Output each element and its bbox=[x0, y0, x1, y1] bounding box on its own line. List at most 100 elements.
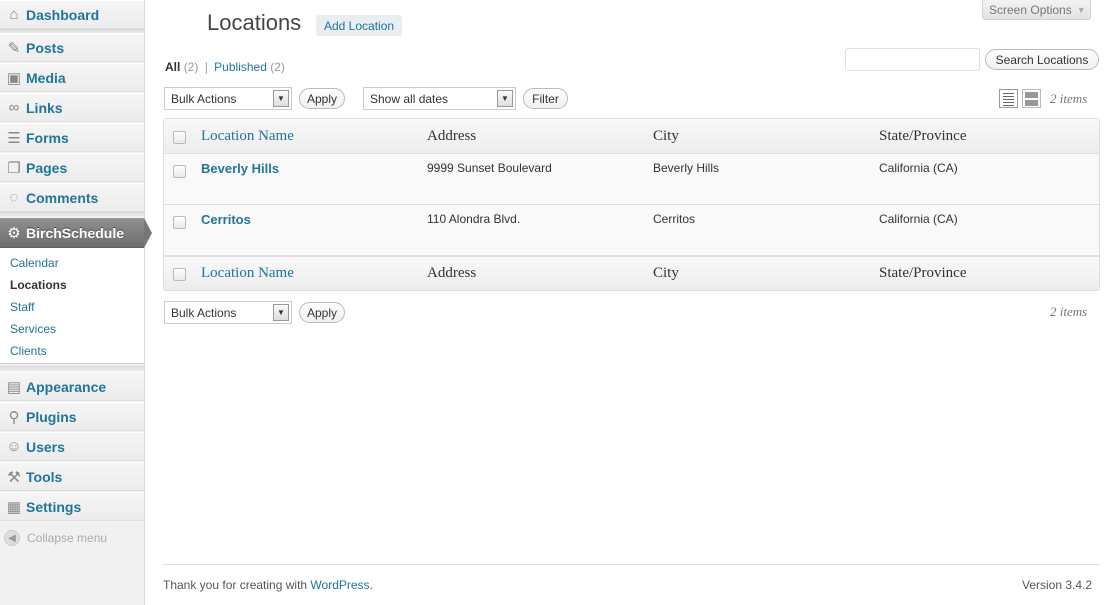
filter-separator: | bbox=[204, 60, 208, 74]
apply-button-top[interactable]: Apply bbox=[299, 88, 345, 109]
menu-plugins[interactable]: ⚲ Plugins bbox=[0, 402, 144, 431]
menu-label: Media bbox=[26, 69, 66, 86]
locations-table: Location Name Address City State/Provinc… bbox=[163, 118, 1100, 291]
location-state: California (CA) bbox=[879, 161, 958, 175]
submenu-staff[interactable]: Staff bbox=[10, 300, 34, 314]
location-city: Beverly Hills bbox=[653, 161, 720, 175]
screen-options-button[interactable]: Screen Options ▼ bbox=[982, 0, 1091, 20]
menu-settings[interactable]: ▦ Settings bbox=[0, 492, 144, 521]
search-input[interactable] bbox=[845, 48, 980, 71]
submenu-locations[interactable]: Locations bbox=[10, 278, 67, 292]
filter-all-count: (2) bbox=[183, 60, 199, 74]
submenu-clients[interactable]: Clients bbox=[10, 344, 47, 358]
birchschedule-submenu: Calendar Locations Staff Services Client… bbox=[0, 248, 144, 364]
row-checkbox[interactable] bbox=[173, 216, 186, 229]
location-address: 110 Alondra Blvd. bbox=[427, 212, 521, 226]
menu-label: Plugins bbox=[26, 408, 77, 425]
active-arrow bbox=[144, 218, 152, 248]
bulk-actions-value: Bulk Actions bbox=[171, 91, 237, 106]
menu-tools[interactable]: ⚒ Tools bbox=[0, 462, 144, 491]
add-location-button[interactable]: Add Location bbox=[316, 15, 403, 36]
filter-published-count: (2) bbox=[270, 60, 285, 74]
page-title: Locations bbox=[207, 10, 302, 35]
dropdown-arrow-icon: ▼ bbox=[273, 304, 289, 321]
dropdown-arrow-icon: ▼ bbox=[497, 90, 513, 107]
column-address: Address bbox=[427, 128, 477, 144]
apply-button-bottom[interactable]: Apply bbox=[299, 302, 345, 323]
menu-pages[interactable]: ❐ Pages bbox=[0, 153, 144, 182]
table-footer: Location Name Address City State/Provinc… bbox=[164, 256, 1099, 290]
menu-links[interactable]: ∞ Links bbox=[0, 93, 144, 122]
menu-media[interactable]: ▣ Media bbox=[0, 63, 144, 92]
filter-published[interactable]: Published bbox=[214, 60, 267, 74]
excerpt-view-icon[interactable] bbox=[1022, 89, 1041, 108]
table-header: Location Name Address City State/Provinc… bbox=[164, 119, 1099, 154]
table-row: Cerritos 110 Alondra Blvd. Cerritos Cali… bbox=[164, 205, 1099, 256]
location-name-link[interactable]: Cerritos bbox=[201, 212, 251, 227]
settings-icon: ▦ bbox=[6, 498, 22, 516]
admin-sidebar: ⌂ Dashboard ✎ Posts ▣ Media ∞ Links ☰ Fo… bbox=[0, 0, 152, 605]
bulk-actions-select-top[interactable]: Bulk Actions ▼ bbox=[164, 87, 292, 110]
dashboard-icon: ⌂ bbox=[9, 6, 19, 23]
items-count-bottom: 2 items bbox=[1050, 304, 1088, 319]
column-location-name-footer[interactable]: Location Name bbox=[201, 265, 294, 282]
footer-period: . bbox=[369, 578, 373, 592]
location-address: 9999 Sunset Boulevard bbox=[427, 161, 552, 175]
screen-options-label: Screen Options bbox=[989, 2, 1072, 17]
menu-label: Dashboard bbox=[26, 6, 100, 23]
menu-separator bbox=[0, 212, 144, 216]
menu-appearance[interactable]: ▤ Appearance bbox=[0, 372, 144, 401]
collapse-arrow-icon: ◀ bbox=[4, 530, 20, 546]
footer-version: Version 3.4.2 bbox=[1022, 578, 1093, 592]
pages-icon: ❐ bbox=[7, 159, 21, 177]
filter-button[interactable]: Filter bbox=[523, 88, 568, 109]
dates-filter-select[interactable]: Show all dates ▼ bbox=[363, 87, 516, 110]
menu-label: Forms bbox=[26, 129, 69, 146]
footer-divider bbox=[163, 564, 1100, 565]
location-name-link[interactable]: Beverly Hills bbox=[201, 161, 279, 176]
row-checkbox[interactable] bbox=[173, 165, 186, 178]
column-city-footer: City bbox=[653, 265, 679, 281]
menu-forms[interactable]: ☰ Forms bbox=[0, 123, 144, 152]
dropdown-arrow-icon: ▼ bbox=[273, 90, 289, 107]
menu-label: Settings bbox=[26, 498, 82, 515]
submenu-calendar[interactable]: Calendar bbox=[10, 256, 59, 270]
location-state: California (CA) bbox=[879, 212, 958, 226]
search-locations-button[interactable]: Search Locations bbox=[985, 49, 1099, 70]
appearance-icon: ▤ bbox=[6, 378, 22, 396]
column-state-footer: State/Province bbox=[879, 265, 967, 281]
menu-birchschedule[interactable]: ⚙ BirchSchedule bbox=[0, 218, 152, 248]
collapse-menu[interactable]: ◀ Collapse menu bbox=[4, 530, 107, 546]
form-icon: ☰ bbox=[7, 129, 21, 147]
menu-comments[interactable]: ◌ Comments bbox=[0, 183, 144, 212]
items-count-top: 2 items bbox=[1050, 91, 1088, 106]
wordpress-link[interactable]: WordPress bbox=[310, 578, 369, 592]
column-location-name[interactable]: Location Name bbox=[201, 128, 294, 145]
menu-label: Posts bbox=[26, 39, 65, 56]
column-address-footer: Address bbox=[427, 265, 477, 281]
footer-thanks: Thank you for creating with WordPress. bbox=[163, 578, 373, 592]
column-city: City bbox=[653, 128, 679, 144]
location-city: Cerritos bbox=[653, 212, 696, 226]
menu-users[interactable]: ☺ Users bbox=[0, 432, 144, 461]
submenu-services[interactable]: Services bbox=[10, 322, 56, 336]
menu-label: Users bbox=[26, 438, 65, 455]
table-row: Beverly Hills 9999 Sunset Boulevard Beve… bbox=[164, 154, 1099, 205]
menu-label: Comments bbox=[26, 189, 99, 206]
menu-dashboard[interactable]: ⌂ Dashboard bbox=[0, 0, 144, 29]
menu-posts[interactable]: ✎ Posts bbox=[0, 33, 144, 62]
menu-label: Appearance bbox=[26, 378, 107, 395]
menu-label: Links bbox=[26, 99, 63, 116]
bulk-actions-select-bottom[interactable]: Bulk Actions ▼ bbox=[164, 301, 292, 324]
select-all-checkbox-footer[interactable] bbox=[173, 268, 186, 281]
users-icon: ☺ bbox=[6, 438, 22, 455]
gear-icon: ⚙ bbox=[7, 225, 21, 242]
select-all-checkbox[interactable] bbox=[173, 131, 186, 144]
dates-value: Show all dates bbox=[370, 91, 449, 106]
list-view-icon[interactable] bbox=[999, 89, 1018, 108]
status-filter-links: All (2) | Published (2) bbox=[165, 60, 285, 74]
menu-separator bbox=[0, 366, 144, 370]
filter-all[interactable]: All bbox=[165, 60, 180, 74]
plugin-icon: ⚲ bbox=[8, 408, 20, 426]
menu-label: BirchSchedule bbox=[26, 225, 125, 241]
